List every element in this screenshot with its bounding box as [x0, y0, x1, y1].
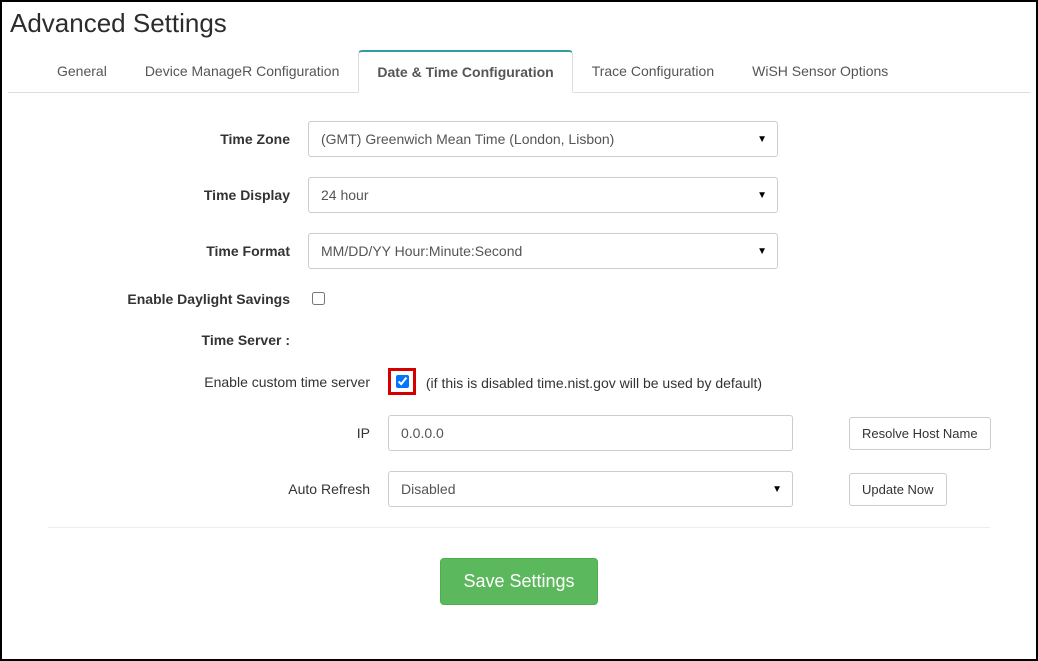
enable-custom-ts-checkbox[interactable] [396, 375, 409, 388]
chevron-down-icon: ▼ [772, 484, 782, 495]
ip-input[interactable] [388, 415, 793, 451]
time-zone-label: Time Zone [8, 131, 308, 147]
date-time-form: Time Zone (GMT) Greenwich Mean Time (Lon… [8, 93, 1030, 605]
page-title: Advanced Settings [10, 8, 1030, 39]
time-server-label: Time Server : [8, 328, 308, 348]
time-zone-value: (GMT) Greenwich Mean Time (London, Lisbo… [321, 131, 614, 147]
chevron-down-icon: ▼ [757, 134, 767, 145]
time-display-label: Time Display [8, 187, 308, 203]
enable-dst-checkbox[interactable] [312, 292, 325, 305]
update-now-button[interactable]: Update Now [849, 473, 947, 506]
chevron-down-icon: ▼ [757, 246, 767, 257]
tab-date-time[interactable]: Date & Time Configuration [358, 50, 572, 93]
time-format-select[interactable]: MM/DD/YY Hour:Minute:Second ▼ [308, 233, 778, 269]
time-format-label: Time Format [8, 243, 308, 259]
tab-device-manager[interactable]: Device ManageR Configuration [126, 50, 359, 93]
tabs-bar: General Device ManageR Configuration Dat… [8, 49, 1030, 93]
auto-refresh-value: Disabled [401, 481, 455, 497]
tab-wish[interactable]: WiSH Sensor Options [733, 50, 907, 93]
auto-refresh-label: Auto Refresh [8, 481, 388, 497]
tab-trace[interactable]: Trace Configuration [573, 50, 733, 93]
enable-custom-ts-label: Enable custom time server [8, 374, 388, 390]
resolve-host-button[interactable]: Resolve Host Name [849, 417, 991, 450]
chevron-down-icon: ▼ [757, 190, 767, 201]
enable-custom-ts-highlight [388, 368, 416, 395]
enable-dst-label: Enable Daylight Savings [8, 291, 308, 307]
time-zone-select[interactable]: (GMT) Greenwich Mean Time (London, Lisbo… [308, 121, 778, 157]
save-settings-button[interactable]: Save Settings [440, 558, 597, 605]
divider [48, 527, 990, 528]
auto-refresh-select[interactable]: Disabled ▼ [388, 471, 793, 507]
tab-general[interactable]: General [38, 50, 126, 93]
ip-label: IP [8, 425, 388, 441]
enable-custom-ts-hint: (if this is disabled time.nist.gov will … [426, 375, 762, 391]
time-format-value: MM/DD/YY Hour:Minute:Second [321, 243, 522, 259]
time-display-select[interactable]: 24 hour ▼ [308, 177, 778, 213]
time-display-value: 24 hour [321, 187, 368, 203]
